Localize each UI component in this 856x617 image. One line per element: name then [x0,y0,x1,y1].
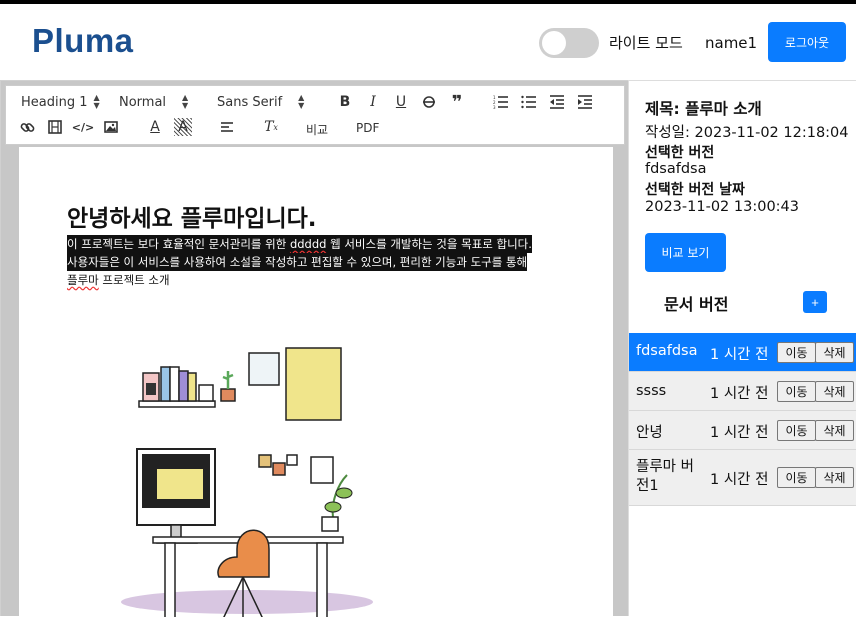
underline-icon[interactable]: U [392,93,410,111]
chevron-updown-icon: ▲ ▼ [298,93,305,110]
version-row[interactable]: 플루마 버 전1 1 시간 전 이동 삭제 [629,450,856,506]
svg-text:3: 3 [493,105,496,109]
heading-select-value: Heading 1 [21,94,88,110]
version-time: 1 시간 전 [710,425,769,441]
chevron-updown-icon: ▲ ▼ [93,93,100,110]
version-row[interactable]: 안녕 1 시간 전 이동 삭제 [629,411,856,450]
version-time: 1 시간 전 [710,347,769,363]
editor-area: Heading 1 ▲ ▼ Normal ▲ ▼ Sans Serif ▲ ▼ B I U … [0,80,628,617]
move-button[interactable]: 이동 [777,342,816,363]
app-header: Pluma 라이트 모드 name1 로그아웃 [0,4,856,80]
align-icon[interactable] [218,118,236,136]
move-button[interactable]: 이동 [777,420,816,441]
selected-date-label: 선택한 버전 날짜 [645,182,745,198]
font-select[interactable]: Sans Serif ▲ ▼ [217,94,304,110]
misspelled-word: 플루마 [67,273,99,287]
video-icon[interactable] [46,118,64,136]
size-select[interactable]: Normal ▲ ▼ [119,94,188,110]
image-icon[interactable] [102,118,120,136]
username: name1 [705,34,758,52]
version-name: 안녕 [636,425,663,441]
version-row[interactable]: ssss 1 시간 전 이동 삭제 [629,372,856,411]
italic-icon[interactable]: I [364,93,382,111]
document-line: 사용자들은 이 서비스를 사용하여 소설을 작성하고 편집할 수 있으며, 편리… [67,253,528,271]
chevron-updown-icon: ▲ ▼ [182,93,189,110]
text-segment: 웹 서비스를 개발하는 것을 목표로 합니다. [326,237,532,251]
theme-toggle[interactable] [539,28,599,58]
document-line: 이 프로젝트는 보다 효율적인 문서관리를 위한 ddddd 웹 서비스를 개발… [67,235,532,253]
delete-button[interactable]: 삭제 [815,467,854,488]
text-color-icon[interactable]: A [146,118,164,136]
delete-button[interactable]: 삭제 [815,420,854,441]
version-list: fdsafdsa 1 시간 전 이동 삭제 ssss 1 시간 전 이동 삭제 … [629,333,856,506]
bold-icon[interactable]: B [336,93,354,111]
compare-view-button[interactable]: 비교 보기 [645,233,726,272]
outdent-icon[interactable] [548,93,566,111]
document-heading: 안녕하세요 플루마입니다. [67,206,317,232]
created-date: 작성일: 2023-11-02 12:18:04 [645,125,849,141]
editor-toolbar: Heading 1 ▲ ▼ Normal ▲ ▼ Sans Serif ▲ ▼ B I U … [5,85,625,145]
version-name: fdsafdsa [636,343,698,359]
version-panel: 제목: 플루마 소개 작성일: 2023-11-02 12:18:04 선택한 … [628,80,856,616]
strike-icon[interactable] [420,93,438,111]
document-title: 제목: 플루마 소개 [645,100,762,118]
text-segment: 프로젝트 소개 [98,273,170,287]
font-select-value: Sans Serif [217,94,283,110]
app-logo[interactable]: Pluma [32,22,134,60]
selected-date: 2023-11-02 13:00:43 [645,199,799,215]
theme-mode-label: 라이트 모드 [609,34,683,52]
version-time: 1 시간 전 [710,386,769,402]
link-icon[interactable] [18,118,36,136]
version-row[interactable]: fdsafdsa 1 시간 전 이동 삭제 [629,333,856,372]
document-line: 플루마 프로젝트 소개 [67,272,170,288]
clear-format-icon[interactable]: Tx [262,118,280,136]
move-button[interactable]: 이동 [777,467,816,488]
versions-heading: 문서 버전 [664,295,729,314]
compare-tool[interactable]: 비교 [306,121,328,138]
background-color-icon[interactable]: A [174,118,192,136]
blockquote-icon[interactable]: ❞ [448,92,466,113]
selected-version-label: 선택한 버전 [645,145,715,161]
text-segment: 이 프로젝트는 보다 효율적인 문서관리를 위한 [67,237,290,251]
selected-version: fdsafdsa [645,161,707,177]
version-name: 플루마 버 전1 [636,459,694,494]
delete-button[interactable]: 삭제 [815,381,854,402]
heading-select[interactable]: Heading 1 ▲ ▼ [21,94,100,110]
size-select-value: Normal [119,94,167,110]
move-button[interactable]: 이동 [777,381,816,402]
pdf-tool[interactable]: PDF [356,121,379,135]
misspelled-word: ddddd [289,237,327,251]
ordered-list-icon[interactable]: 123 [492,93,510,111]
add-version-button[interactable]: + [803,291,827,313]
document-page[interactable]: 안녕하세요 플루마입니다. 이 프로젝트는 보다 효율적인 문서관리를 위한 d… [19,147,613,617]
delete-button[interactable]: 삭제 [815,342,854,363]
code-icon[interactable]: </> [72,118,94,136]
logout-button[interactable]: 로그아웃 [768,22,846,62]
version-time: 1 시간 전 [710,472,769,488]
bullet-list-icon[interactable] [520,93,538,111]
indent-icon[interactable] [576,93,594,111]
version-name: ssss [636,383,667,399]
toggle-knob [542,31,566,55]
workspace-illustration [121,347,373,617]
